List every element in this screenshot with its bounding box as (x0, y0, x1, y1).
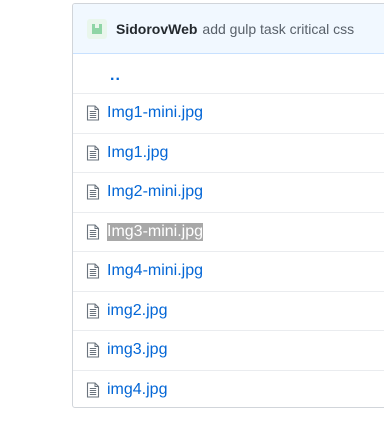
file-link[interactable]: img4.jpg (107, 381, 167, 399)
file-icon (86, 303, 100, 319)
file-list-container: SidorovWeb add gulp task critical css ..… (72, 3, 384, 408)
file-icon (86, 145, 100, 161)
avatar[interactable] (87, 18, 107, 39)
file-icon (86, 263, 100, 279)
file-link[interactable]: img2.jpg (107, 302, 167, 320)
file-row: Img4-mini.jpg (73, 252, 384, 292)
file-icon (86, 224, 100, 240)
file-row: Img1.jpg (73, 134, 384, 173)
file-row: img3.jpg (73, 331, 384, 371)
file-icon (86, 342, 100, 358)
file-row: Img3-mini.jpg (73, 213, 384, 252)
parent-directory-link[interactable]: .. (110, 67, 121, 84)
file-link[interactable]: Img1-mini.jpg (107, 104, 203, 122)
parent-directory-row: .. (73, 54, 384, 94)
file-link[interactable]: img3.jpg (107, 341, 167, 359)
file-row: img2.jpg (73, 292, 384, 331)
commit-message[interactable]: add gulp task critical css (202, 21, 354, 37)
file-icon (86, 382, 100, 398)
file-link[interactable]: Img3-mini.jpg (107, 222, 204, 241)
commit-author[interactable]: SidorovWeb (116, 21, 197, 37)
file-link[interactable]: Img4-mini.jpg (107, 262, 203, 280)
file-link[interactable]: Img2-mini.jpg (107, 183, 203, 201)
file-icon (86, 184, 100, 200)
file-row: Img2-mini.jpg (73, 173, 384, 213)
file-icon (86, 105, 100, 121)
file-row: Img1-mini.jpg (73, 94, 384, 134)
file-link[interactable]: Img1.jpg (107, 144, 168, 162)
latest-commit-bar: SidorovWeb add gulp task critical css (73, 4, 384, 54)
file-row: img4.jpg (73, 371, 384, 408)
